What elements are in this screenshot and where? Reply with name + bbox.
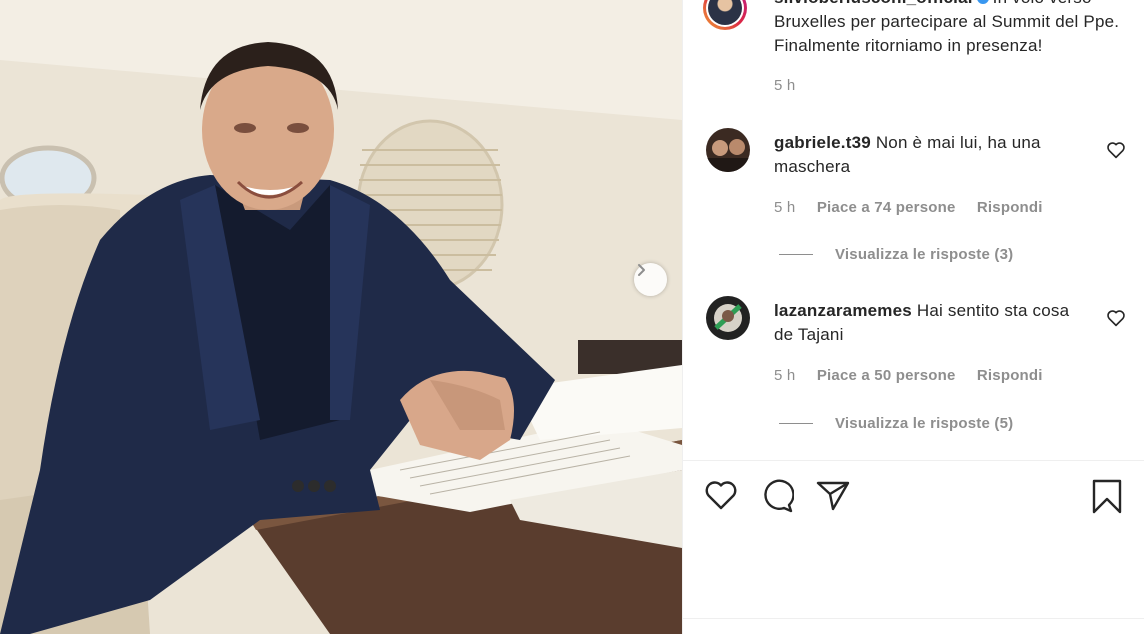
share-icon[interactable]: [816, 479, 850, 511]
author-username[interactable]: silvioberlusconi_official: [774, 0, 973, 7]
commenter-avatar[interactable]: [706, 128, 750, 172]
comment: lazanzaramemes Hai sentito sta cosa de T…: [774, 299, 1086, 347]
post-photo[interactable]: [0, 0, 682, 634]
like-comment-heart-icon[interactable]: [1106, 309, 1126, 327]
view-replies-button[interactable]: Visualizza le risposte (3): [779, 246, 1013, 263]
photo-illustration: [0, 0, 682, 634]
comment-likes[interactable]: Piace a 74 persone: [817, 199, 956, 216]
post-caption: silvioberlusconi_officialIn volo verso B…: [774, 0, 1130, 58]
comment-username[interactable]: gabriele.t39: [774, 133, 871, 152]
heart-icon[interactable]: [704, 479, 738, 511]
bookmark-icon[interactable]: [1091, 479, 1123, 515]
post-sidebar: silvioberlusconi_officialIn volo verso B…: [682, 0, 1144, 634]
comment-timestamp[interactable]: 5 h: [774, 367, 795, 384]
view-replies-label: Visualizza le risposte (3): [835, 246, 1014, 263]
next-photo-button[interactable]: [634, 263, 667, 296]
verified-badge-icon: [976, 0, 989, 4]
like-comment-heart-icon[interactable]: [1106, 141, 1126, 159]
replies-line: [779, 423, 813, 424]
reply-button[interactable]: Rispondi: [977, 199, 1043, 216]
commenter-avatar[interactable]: [706, 296, 750, 340]
chevron-right-icon: [638, 264, 645, 276]
section-divider: [682, 460, 1144, 461]
author-avatar[interactable]: [703, 0, 747, 30]
comment-timestamp[interactable]: 5 h: [774, 199, 795, 216]
view-replies-button[interactable]: Visualizza le risposte (5): [779, 415, 1013, 432]
comment-meta: 5 h Piace a 50 persone Rispondi: [774, 367, 1043, 384]
replies-line: [779, 254, 813, 255]
caption-text: In volo verso Bruxelles per partecipare …: [774, 0, 1120, 55]
bottom-divider: [682, 618, 1144, 619]
caption-timestamp[interactable]: 5 h: [774, 77, 795, 94]
reply-button[interactable]: Rispondi: [977, 367, 1043, 384]
view-replies-label: Visualizza le risposte (5): [835, 415, 1014, 432]
comment-meta: 5 h Piace a 74 persone Rispondi: [774, 199, 1043, 216]
comment-icon[interactable]: [760, 479, 794, 513]
comment-likes[interactable]: Piace a 50 persone: [817, 367, 956, 384]
comment: gabriele.t39 Non è mai lui, ha una masch…: [774, 131, 1086, 179]
comment-username[interactable]: lazanzaramemes: [774, 301, 912, 320]
